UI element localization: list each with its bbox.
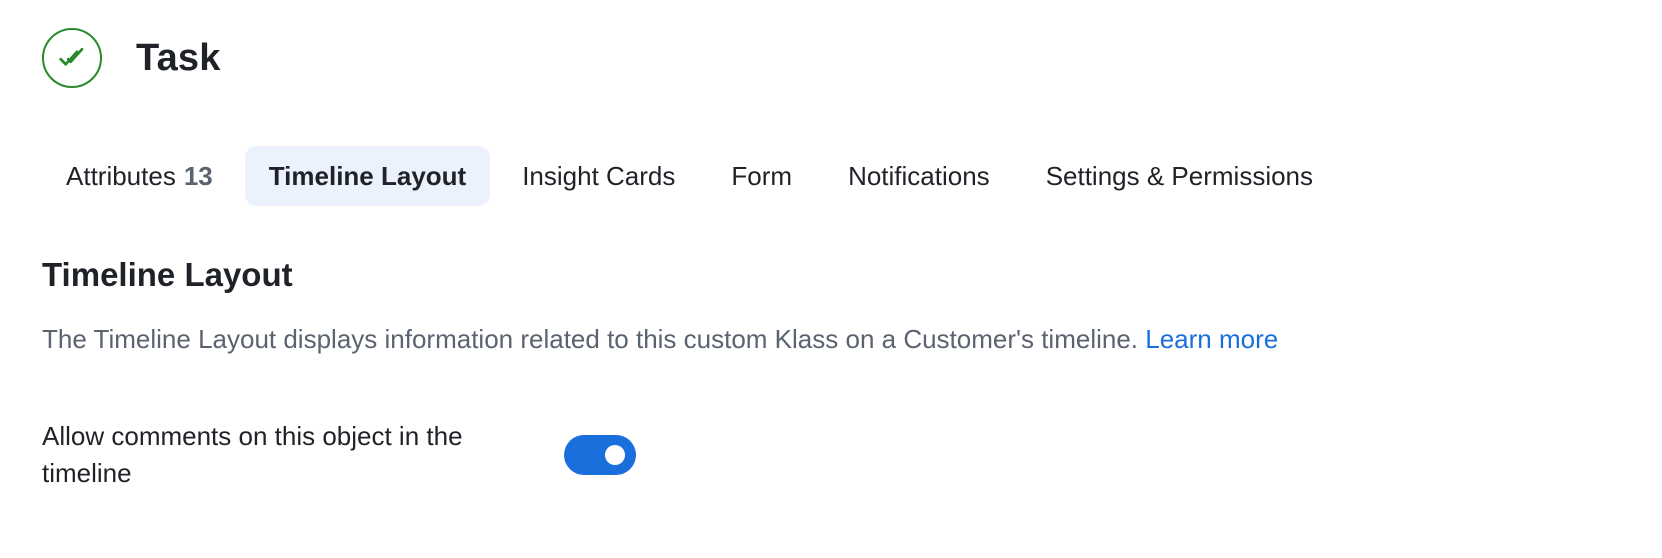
- tab-label: Notifications: [848, 160, 990, 191]
- allow-comments-toggle[interactable]: [564, 435, 636, 475]
- tab-timeline-layout[interactable]: Timeline Layout: [244, 146, 491, 206]
- tab-notifications[interactable]: Notifications: [824, 146, 1014, 206]
- tab-insight-cards[interactable]: Insight Cards: [498, 146, 699, 206]
- tab-label: Attributes: [66, 160, 176, 191]
- tab-label: Timeline Layout: [268, 160, 467, 191]
- learn-more-link[interactable]: Learn more: [1145, 324, 1278, 354]
- check-double-icon: [42, 28, 102, 88]
- section-title: Timeline Layout: [42, 256, 293, 293]
- tab-settings-permissions[interactable]: Settings & Permissions: [1022, 146, 1337, 206]
- attribute-count-badge: 13: [183, 160, 213, 191]
- tab-label: Insight Cards: [522, 160, 676, 191]
- description-text: The Timeline Layout displays information…: [42, 324, 1146, 354]
- allow-comments-setting: Allow comments on this object in the tim…: [42, 418, 636, 492]
- tab-label: Form: [731, 160, 793, 191]
- tab-bar: Attributes 13 Timeline Layout Insight Ca…: [42, 146, 1345, 206]
- allow-comments-label: Allow comments on this object in the tim…: [42, 421, 463, 488]
- tab-label: Settings & Permissions: [1045, 160, 1314, 191]
- toggle-knob: [605, 445, 625, 465]
- tab-attributes[interactable]: Attributes 13: [42, 146, 237, 206]
- page-header: Task: [42, 26, 221, 90]
- page-title: Task: [136, 36, 221, 79]
- tab-form[interactable]: Form: [707, 146, 816, 206]
- section-description: The Timeline Layout displays information…: [42, 324, 1278, 355]
